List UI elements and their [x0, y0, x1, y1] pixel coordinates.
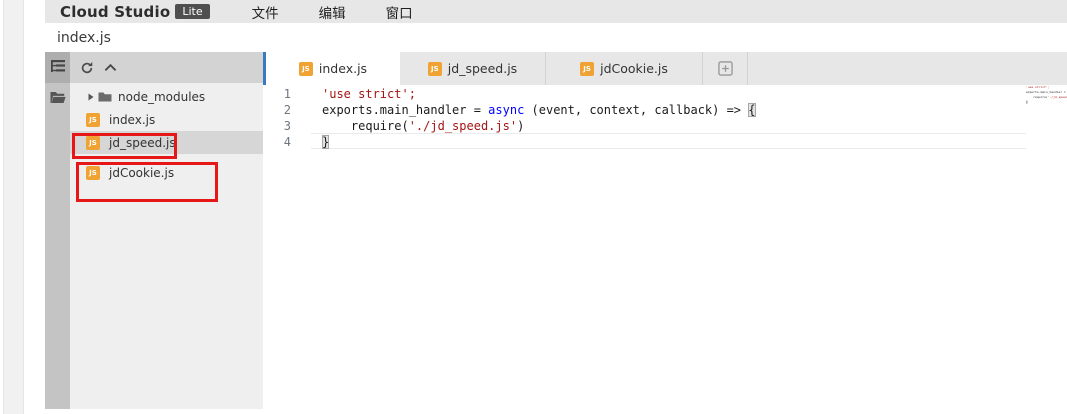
tree-view-icon	[50, 58, 66, 77]
code-line-1[interactable]: 1'use strict';	[263, 86, 1067, 102]
tab-bar: JS index.js JS jd_speed.js JS jdCookie.js	[263, 52, 1067, 85]
minimap-line: }	[1026, 100, 1067, 105]
menu-item-file[interactable]: 文件	[252, 2, 279, 22]
minimap[interactable]: 'use strict';exports.main_handler = asyn…	[1026, 85, 1067, 205]
collapse-up-icon[interactable]	[104, 63, 117, 72]
js-file-icon: JS	[580, 62, 594, 76]
code-line-3[interactable]: 3 require('./jd_speed.js')	[263, 118, 1067, 134]
code-lines: 1'use strict';2exports.main_handler = as…	[263, 86, 1067, 150]
code-text: exports.main_handler = async (event, con…	[303, 102, 756, 118]
tab-label: index.js	[319, 61, 367, 76]
js-file-icon: JS	[86, 113, 100, 127]
file-explorer: node_modules JS index.js JS jd_speed.js JS jdC…	[70, 52, 263, 409]
js-file-icon: JS	[86, 136, 100, 150]
title-bar: index.js	[45, 23, 1067, 52]
tab-label: jdCookie.js	[600, 61, 668, 76]
page-title: index.js	[57, 30, 111, 46]
menu-items: 文件 编辑 窗口	[252, 2, 453, 22]
tab-jd-speed-js[interactable]: JS jd_speed.js	[400, 52, 546, 85]
tree-item-label: jdCookie.js	[109, 166, 174, 180]
tree-item-index-js[interactable]: JS index.js	[70, 108, 263, 131]
screenshot-root: Cloud Studio Lite 文件 编辑 窗口 index.js	[0, 0, 1067, 414]
tree-item-jd-cookie-js[interactable]: JS jdCookie.js	[70, 161, 263, 184]
code-line-4[interactable]: 4}	[263, 134, 1067, 150]
js-file-icon: JS	[86, 166, 100, 180]
code-line-2[interactable]: 2exports.main_handler = async (event, co…	[263, 102, 1067, 118]
app-logo: Cloud Studio	[60, 3, 170, 21]
chevron-right-icon	[88, 93, 94, 101]
line-number: 1	[263, 86, 303, 102]
new-tab-button[interactable]	[703, 52, 748, 85]
tree-item-label: node_modules	[118, 90, 205, 104]
activity-item-files[interactable]	[45, 83, 70, 114]
lite-badge: Lite	[175, 4, 209, 19]
menu-item-edit[interactable]: 编辑	[319, 2, 346, 22]
folder-open-icon	[50, 89, 66, 108]
browser-left-strip	[3, 0, 24, 414]
minimap-line: require('./jd_speed.js')	[1026, 95, 1067, 100]
js-file-icon: JS	[299, 62, 313, 76]
tab-jd-cookie-js[interactable]: JS jdCookie.js	[546, 52, 703, 85]
menu-item-window[interactable]: 窗口	[386, 2, 413, 22]
tree-item-label: jd_speed.js	[109, 136, 176, 150]
explorer-toolbar	[70, 52, 263, 83]
code-text: require('./jd_speed.js')	[303, 118, 524, 134]
js-file-icon: JS	[86, 113, 100, 127]
js-file-icon: JS	[86, 166, 100, 180]
code-editor[interactable]: 1'use strict';2exports.main_handler = as…	[263, 85, 1067, 414]
line-number: 4	[263, 134, 303, 150]
line-number: 2	[263, 102, 303, 118]
tree-item-node-modules[interactable]: node_modules	[70, 85, 263, 108]
line-number: 3	[263, 118, 303, 134]
tab-label: jd_speed.js	[448, 61, 517, 76]
plus-square-icon	[718, 61, 733, 76]
editor-region: JSindex.jsJSjd_speed.jsJSjdCookie.js 1'u…	[263, 52, 1067, 414]
refresh-icon[interactable]	[80, 61, 94, 75]
tab-index-js[interactable]: JS index.js	[263, 52, 400, 85]
file-tree: node_modules JS index.js JS jd_speed.js JS jdC…	[70, 83, 263, 184]
tree-item-jd-speed-js[interactable]: JS jd_speed.js	[70, 131, 263, 154]
menu-bar: Cloud Studio Lite 文件 编辑 窗口	[45, 0, 1067, 23]
tree-item-label: index.js	[109, 113, 155, 127]
activity-item-explorer[interactable]	[45, 52, 70, 83]
code-text: 'use strict';	[303, 86, 416, 102]
folder-icon	[98, 91, 112, 103]
js-file-icon: JS	[428, 62, 442, 76]
code-text: }	[303, 134, 329, 150]
activity-bar	[45, 52, 70, 409]
js-file-icon: JS	[86, 136, 100, 150]
